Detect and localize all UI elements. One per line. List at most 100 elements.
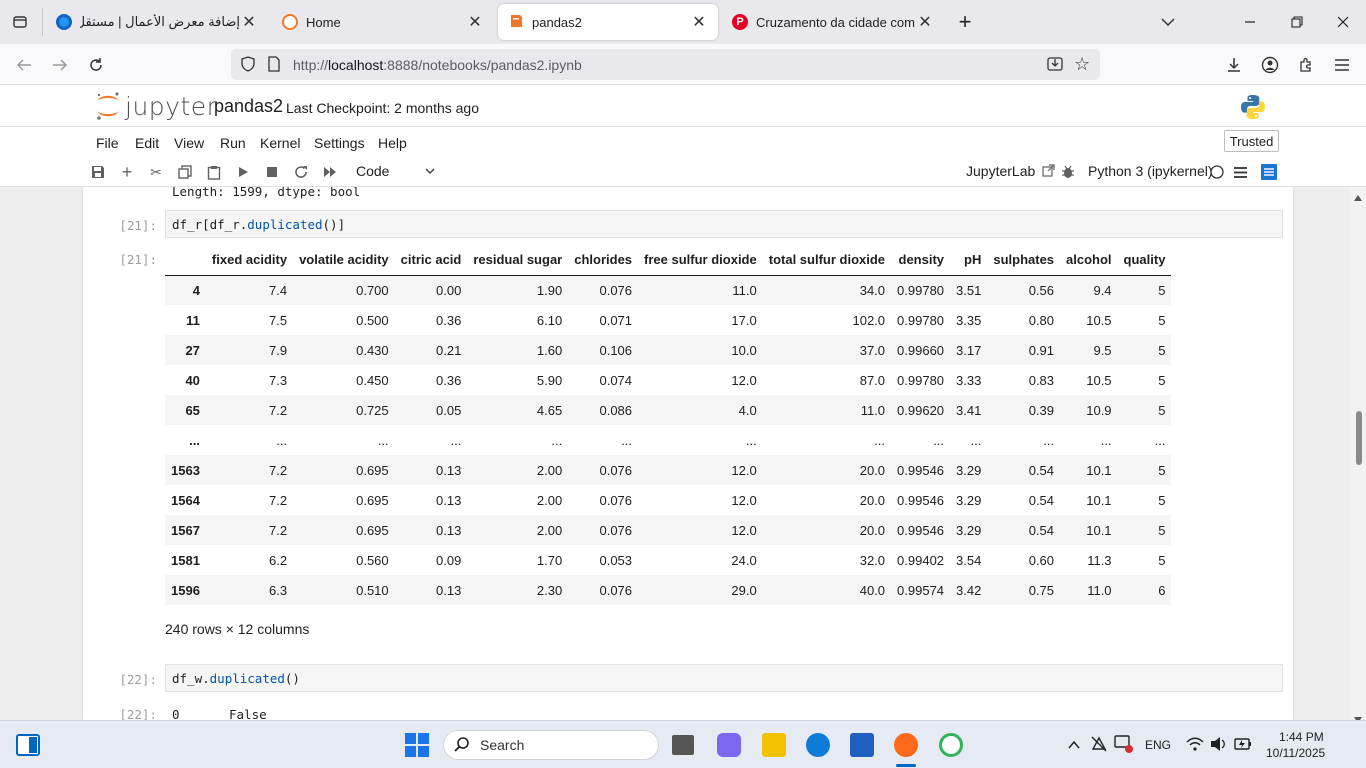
network-disconnected-icon[interactable] bbox=[1090, 735, 1108, 756]
battery-charging-icon[interactable] bbox=[1234, 737, 1252, 754]
table-cell: 0.076 bbox=[599, 492, 633, 508]
app-menu-hamburger-icon[interactable] bbox=[1329, 52, 1355, 78]
bookmark-star-icon[interactable]: ☆ bbox=[1074, 54, 1090, 75]
tab-list-chevron-icon[interactable] bbox=[1156, 10, 1180, 34]
downloads-icon[interactable] bbox=[1221, 52, 1247, 78]
menu-view[interactable]: View bbox=[174, 135, 204, 151]
code-cell-21[interactable]: df_r[df_r.duplicated()] bbox=[165, 210, 1283, 238]
save-to-pocket-icon[interactable] bbox=[1046, 55, 1064, 76]
close-icon[interactable]: ✕ bbox=[690, 12, 708, 32]
close-icon[interactable]: ✕ bbox=[240, 12, 258, 32]
table-cell: 0.99402 bbox=[897, 552, 945, 568]
code-cell-22[interactable]: df_w.duplicated() bbox=[165, 664, 1283, 692]
wifi-icon[interactable] bbox=[1186, 736, 1204, 755]
notebook-favicon-icon bbox=[508, 13, 524, 32]
file-manager-app-icon[interactable] bbox=[672, 735, 694, 755]
table-cell: 0.75 bbox=[1028, 582, 1055, 598]
interrupt-stop-icon[interactable] bbox=[261, 161, 283, 183]
forward-arrow-icon[interactable] bbox=[47, 52, 73, 78]
menu-run[interactable]: Run bbox=[220, 135, 246, 151]
table-cell: 0.560 bbox=[356, 552, 389, 568]
firefox-icon[interactable] bbox=[894, 733, 918, 757]
volume-icon[interactable] bbox=[1210, 736, 1228, 755]
language-indicator[interactable]: ENG bbox=[1145, 738, 1171, 752]
tab-overview-icon[interactable] bbox=[8, 10, 32, 34]
debugger-bug-icon[interactable] bbox=[1057, 161, 1079, 183]
cell-type-select[interactable]: Code bbox=[356, 163, 389, 179]
jupyter-favicon-icon bbox=[282, 14, 298, 30]
back-arrow-icon[interactable] bbox=[11, 52, 37, 78]
table-row: 1567 7.2 0.695 0.13 2.00 0.076 12.0 20.0 0.99546… bbox=[165, 515, 1172, 545]
close-icon[interactable]: ✕ bbox=[466, 12, 484, 32]
run-cell-play-icon[interactable] bbox=[232, 161, 254, 183]
column-header: citric acid bbox=[394, 245, 468, 276]
browser-tab-pinterest[interactable]: P Cruzamento da cidade com sen ✕ bbox=[722, 4, 944, 40]
notebook-scroll-area[interactable]: Length: 1599, dtype: bool [21]: df_r[df_… bbox=[0, 187, 1366, 720]
table-cell: 0.99574 bbox=[897, 582, 945, 598]
close-window-icon[interactable] bbox=[1331, 10, 1355, 34]
close-icon[interactable]: ✕ bbox=[916, 12, 934, 32]
new-tab-plus-icon[interactable]: + bbox=[953, 9, 977, 34]
chevron-down-icon[interactable] bbox=[425, 164, 435, 178]
scrollbar-thumb[interactable] bbox=[1356, 411, 1362, 465]
extensions-puzzle-icon[interactable] bbox=[1293, 52, 1319, 78]
chevron-up-icon[interactable] bbox=[1068, 738, 1080, 753]
table-cell: 1.60 bbox=[536, 342, 563, 358]
store-icon[interactable] bbox=[850, 733, 874, 757]
kernel-name[interactable]: Python 3 (ipykernel) bbox=[1088, 163, 1213, 179]
table-cell: 3.17 bbox=[956, 342, 982, 358]
scroll-up-arrow-icon[interactable] bbox=[1354, 189, 1362, 204]
reload-icon[interactable] bbox=[83, 52, 109, 78]
tracking-shield-icon[interactable] bbox=[240, 56, 256, 75]
green-circle-app-icon[interactable] bbox=[939, 733, 963, 757]
copy-icon[interactable] bbox=[174, 161, 196, 183]
edge-browser-icon[interactable] bbox=[806, 733, 830, 757]
url-text[interactable]: http://localhost:8888/notebooks/pandas2.… bbox=[293, 57, 582, 73]
windows-start-icon[interactable] bbox=[405, 733, 429, 760]
paste-icon[interactable] bbox=[203, 161, 225, 183]
table-cell: 6.10 bbox=[536, 312, 563, 328]
restore-icon[interactable] bbox=[1285, 10, 1309, 34]
address-bar[interactable]: http://localhost:8888/notebooks/pandas2.… bbox=[231, 49, 1100, 80]
vertical-scrollbar[interactable] bbox=[1350, 187, 1366, 723]
screen-share-alert-icon[interactable] bbox=[1114, 734, 1134, 757]
cut-scissors-icon[interactable]: ✂ bbox=[145, 161, 167, 183]
menu-help[interactable]: Help bbox=[378, 135, 407, 151]
browser-tab-pandas2[interactable]: pandas2 ✕ bbox=[498, 4, 718, 40]
restart-kernel-icon[interactable] bbox=[290, 161, 312, 183]
table-cell: 2.00 bbox=[536, 462, 563, 478]
taskbar-search-box[interactable]: Search bbox=[443, 730, 659, 760]
row-index-cell: 1596 bbox=[171, 582, 200, 598]
menu-file[interactable]: File bbox=[96, 135, 119, 151]
trusted-indicator[interactable]: Trusted bbox=[1224, 130, 1279, 152]
menu-lines-icon[interactable] bbox=[1229, 161, 1251, 183]
account-icon[interactable] bbox=[1257, 52, 1283, 78]
save-icon[interactable] bbox=[87, 161, 109, 183]
notebook-title[interactable]: pandas2 bbox=[214, 96, 283, 117]
table-cell: 3.29 bbox=[956, 492, 982, 508]
table-cell: 5 bbox=[1158, 552, 1166, 568]
table-cell: 102.0 bbox=[852, 312, 886, 328]
clock-date[interactable]: 10/11/2025 bbox=[1266, 746, 1325, 760]
browser-tab-home[interactable]: Home ✕ bbox=[272, 4, 494, 40]
menu-kernel[interactable]: Kernel bbox=[260, 135, 300, 151]
add-cell-plus-icon[interactable]: + bbox=[116, 161, 138, 183]
open-jupyterlab-link[interactable]: JupyterLab bbox=[966, 163, 1055, 180]
minimize-icon[interactable] bbox=[1238, 10, 1262, 34]
table-of-contents-icon[interactable] bbox=[1258, 161, 1280, 183]
widgets-icon[interactable] bbox=[16, 734, 40, 759]
browser-tab-mostaql[interactable]: إضافة معرض الأعمال | مستقل ✕ bbox=[46, 4, 268, 40]
clock-time[interactable]: 1:44 PM bbox=[1279, 730, 1324, 744]
table-cell: 0.80 bbox=[1028, 312, 1055, 328]
teams-meet-icon[interactable] bbox=[717, 733, 741, 757]
table-cell: 12.0 bbox=[731, 522, 757, 538]
jupyter-logo[interactable]: jupyter bbox=[95, 91, 217, 121]
row-index-cell: 1581 bbox=[171, 552, 200, 568]
restart-run-all-fast-forward-icon[interactable] bbox=[319, 161, 341, 183]
menu-edit[interactable]: Edit bbox=[135, 135, 159, 151]
table-cell: 0.076 bbox=[599, 462, 633, 478]
page-info-icon[interactable] bbox=[267, 56, 281, 75]
menu-settings[interactable]: Settings bbox=[314, 135, 365, 151]
folder-icon[interactable] bbox=[762, 733, 786, 757]
table-cell: 0.99546 bbox=[897, 522, 945, 538]
